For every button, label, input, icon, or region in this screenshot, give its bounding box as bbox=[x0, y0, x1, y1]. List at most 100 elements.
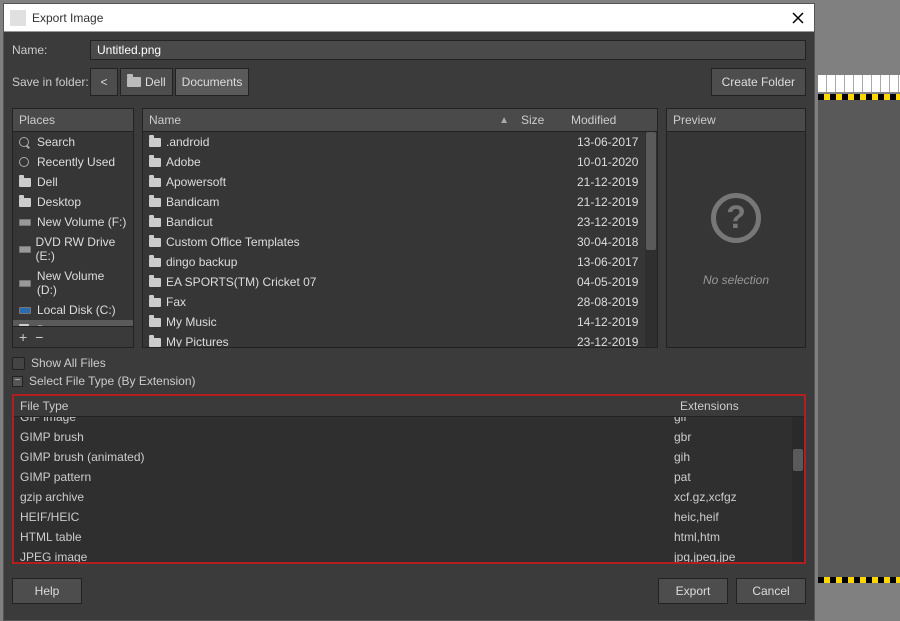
file-name: Custom Office Templates bbox=[166, 235, 300, 249]
files-scrollbar[interactable] bbox=[645, 132, 657, 347]
ruler bbox=[818, 75, 900, 93]
help-button[interactable]: Help bbox=[12, 578, 82, 604]
col-extensions[interactable]: Extensions bbox=[674, 396, 804, 416]
file-size bbox=[527, 195, 577, 209]
file-row[interactable]: .android13-06-2017 bbox=[143, 132, 657, 152]
place-item[interactable]: Recently Used bbox=[13, 152, 133, 172]
file-modified: 23-12-2019 bbox=[577, 215, 651, 229]
place-label: New Volume (D:) bbox=[37, 269, 127, 297]
place-icon bbox=[19, 219, 33, 226]
filetype-row[interactable]: GIMP patternpat bbox=[14, 467, 804, 487]
col-size[interactable]: Size bbox=[515, 109, 565, 131]
cancel-button[interactable]: Cancel bbox=[736, 578, 806, 604]
col-filetype[interactable]: File Type bbox=[14, 396, 674, 416]
add-place-button[interactable]: + bbox=[19, 329, 27, 345]
file-size bbox=[527, 275, 577, 289]
filetype-scrollbar[interactable] bbox=[792, 417, 804, 562]
file-row[interactable]: EA SPORTS(TM) Cricket 0704-05-2019 bbox=[143, 272, 657, 292]
file-modified: 21-12-2019 bbox=[577, 175, 651, 189]
filetype-name: GIMP pattern bbox=[20, 470, 674, 484]
filetype-name: GIF image bbox=[20, 417, 674, 424]
breadcrumb-back[interactable]: < bbox=[90, 68, 118, 96]
file-row[interactable]: Apowersoft 21-12-2019 bbox=[143, 172, 657, 192]
folder-icon bbox=[149, 338, 161, 347]
place-label: Dell bbox=[37, 175, 58, 189]
filetype-row[interactable]: GIMP brush (animated)gih bbox=[14, 447, 804, 467]
col-name[interactable]: Name▲ bbox=[143, 109, 515, 131]
breadcrumb-dell[interactable]: Dell bbox=[120, 68, 173, 96]
select-filetype-label: Select File Type (By Extension) bbox=[29, 374, 196, 388]
remove-place-button[interactable]: − bbox=[35, 329, 43, 345]
place-label: Desktop bbox=[37, 195, 81, 209]
files-list: .android13-06-2017Adobe10-01-2020Apowers… bbox=[143, 132, 657, 347]
file-row[interactable]: Adobe10-01-2020 bbox=[143, 152, 657, 172]
folder-icon bbox=[149, 178, 161, 187]
filetype-row[interactable]: HEIF/HEICheic,heif bbox=[14, 507, 804, 527]
filetype-name: HTML table bbox=[20, 530, 674, 544]
file-row[interactable]: dingo backup13-06-2017 bbox=[143, 252, 657, 272]
checkbox-icon[interactable] bbox=[12, 357, 25, 370]
filename-input[interactable] bbox=[90, 40, 806, 60]
file-row[interactable]: Fax28-08-2019 bbox=[143, 292, 657, 312]
export-button[interactable]: Export bbox=[658, 578, 728, 604]
place-item[interactable]: Search bbox=[13, 132, 133, 152]
files-panel: Name▲ Size Modified .android13-06-2017Ad… bbox=[142, 108, 658, 348]
file-row[interactable]: Custom Office Templates30-04-2018 bbox=[143, 232, 657, 252]
place-icon bbox=[19, 246, 32, 253]
select-filetype-expander[interactable]: − Select File Type (By Extension) bbox=[12, 374, 806, 388]
file-row[interactable]: Bandicam21-12-2019 bbox=[143, 192, 657, 212]
file-size bbox=[527, 215, 577, 229]
file-row[interactable]: My Music14-12-2019 bbox=[143, 312, 657, 332]
breadcrumb-documents[interactable]: Documents bbox=[175, 68, 250, 96]
folder-icon bbox=[149, 158, 161, 167]
folder-icon bbox=[127, 77, 141, 87]
filetype-row[interactable]: GIMP brushgbr bbox=[14, 427, 804, 447]
place-item[interactable]: DVD RW Drive (E:) bbox=[13, 232, 133, 266]
places-footer: + − bbox=[13, 326, 133, 347]
place-label: Recently Used bbox=[37, 155, 115, 169]
close-icon bbox=[792, 12, 804, 24]
scroll-thumb[interactable] bbox=[646, 132, 656, 250]
filetype-ext: gih bbox=[674, 450, 798, 464]
scroll-thumb[interactable] bbox=[793, 449, 803, 471]
close-button[interactable] bbox=[788, 8, 808, 28]
file-name: Adobe bbox=[166, 155, 201, 169]
dialog-title: Export Image bbox=[32, 11, 788, 25]
preview-panel: Preview ? No selection bbox=[666, 108, 806, 348]
preview-header: Preview bbox=[667, 109, 805, 132]
files-header: Name▲ Size Modified bbox=[143, 109, 657, 132]
filetype-list: GIF imagegifGIMP brushgbrGIMP brush (ani… bbox=[14, 417, 804, 562]
file-size bbox=[527, 135, 577, 149]
filetype-name: JPEG image bbox=[20, 550, 674, 562]
file-modified: 04-05-2019 bbox=[577, 275, 651, 289]
file-row[interactable]: My Pictures23-12-2019 bbox=[143, 332, 657, 347]
places-panel: Places Search Recently Used Dell Desktop New… bbox=[12, 108, 134, 348]
place-item[interactable]: Desktop bbox=[13, 192, 133, 212]
filetype-panel: File Type Extensions GIF imagegifGIMP br… bbox=[12, 394, 806, 564]
filetype-row[interactable]: GIF imagegif bbox=[14, 417, 804, 427]
place-item[interactable]: New Volume (D:) bbox=[13, 266, 133, 300]
file-row[interactable]: Bandicut23-12-2019 bbox=[143, 212, 657, 232]
file-name: .android bbox=[166, 135, 209, 149]
folder-icon bbox=[149, 198, 161, 207]
file-size bbox=[527, 255, 577, 269]
folder-icon bbox=[149, 218, 161, 227]
file-name: dingo backup bbox=[166, 255, 237, 269]
filetype-row[interactable]: HTML tablehtml,htm bbox=[14, 527, 804, 547]
create-folder-button[interactable]: Create Folder bbox=[711, 68, 806, 96]
folder-icon bbox=[149, 318, 161, 327]
collapse-icon: − bbox=[12, 376, 23, 387]
file-size bbox=[527, 315, 577, 329]
place-item[interactable]: New Volume (F:) bbox=[13, 212, 133, 232]
place-item[interactable]: Local Disk (C:) bbox=[13, 300, 133, 320]
titlebar[interactable]: Export Image bbox=[4, 4, 814, 32]
filetype-row[interactable]: JPEG imagejpg,jpeg,jpe bbox=[14, 547, 804, 562]
place-item[interactable]: Dell bbox=[13, 172, 133, 192]
places-header[interactable]: Places bbox=[13, 109, 133, 132]
col-modified[interactable]: Modified bbox=[565, 109, 645, 131]
file-name: Apowersoft bbox=[166, 175, 226, 189]
filetype-row[interactable]: gzip archivexcf.gz,xcfgz bbox=[14, 487, 804, 507]
export-image-dialog: Export Image Name: Save in folder: < Del… bbox=[3, 3, 815, 621]
app-icon bbox=[10, 10, 26, 26]
show-all-files-row[interactable]: Show All Files bbox=[12, 356, 806, 370]
